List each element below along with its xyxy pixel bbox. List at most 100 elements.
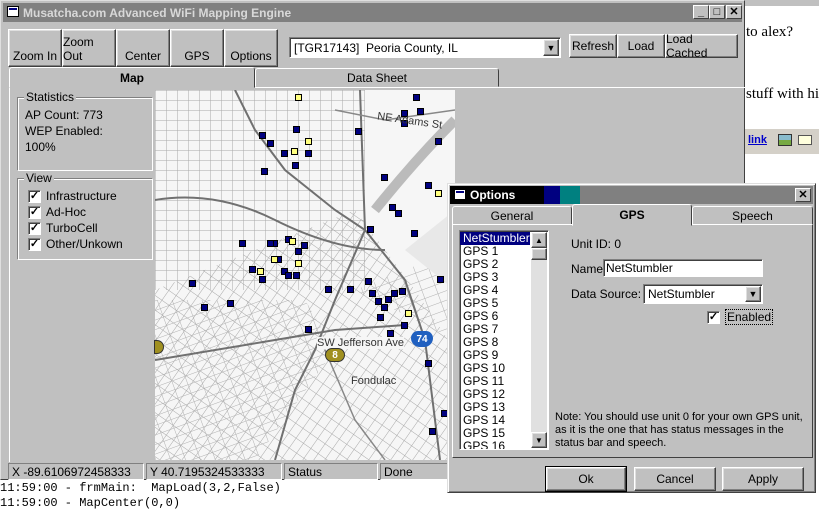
view-item-infrastructure[interactable]: ✓ Infrastructure [22, 188, 150, 204]
ap-marker[interactable] [292, 162, 299, 169]
apply-label: Apply [747, 472, 779, 486]
ap-marker[interactable] [395, 210, 402, 217]
ap-marker[interactable] [435, 138, 442, 145]
tab-map[interactable]: Map [9, 67, 255, 88]
ap-marker[interactable] [425, 182, 432, 189]
ap-marker[interactable] [385, 296, 392, 303]
checkbox-checked-icon[interactable]: ✓ [28, 238, 41, 252]
view-item-turbocell[interactable]: ✓ TurboCell [22, 220, 150, 236]
options-title-bar[interactable]: Options ✕ [450, 186, 813, 204]
view-item-other[interactable]: ✓ Other/Unkown [22, 236, 150, 252]
tab-data-sheet[interactable]: Data Sheet [255, 68, 499, 87]
chevron-down-icon[interactable]: ▼ [543, 39, 559, 56]
chevron-down-icon[interactable]: ▼ [745, 286, 761, 302]
ap-marker[interactable] [271, 256, 278, 263]
ap-marker[interactable] [289, 238, 296, 245]
scroll-thumb[interactable] [531, 248, 547, 260]
ap-marker[interactable] [305, 150, 312, 157]
zoom-out-button[interactable]: Zoom Out [62, 29, 116, 67]
tab-general[interactable]: General [452, 206, 572, 225]
scroll-down-icon[interactable]: ▼ [531, 432, 547, 448]
main-title-bar[interactable]: Musatcha.com Advanced WiFi Mapping Engin… [3, 3, 742, 22]
ap-marker[interactable] [293, 126, 300, 133]
ap-marker[interactable] [257, 268, 264, 275]
checkbox-checked-icon[interactable]: ✓ [707, 310, 720, 324]
name-label: Name: [571, 262, 607, 276]
map-view[interactable]: NE Adams St SW Jefferson Ave Fondulac 74… [155, 90, 455, 460]
ap-marker[interactable] [261, 168, 268, 175]
ap-marker[interactable] [417, 108, 424, 115]
ap-marker[interactable] [401, 322, 408, 329]
ap-marker[interactable] [293, 272, 300, 279]
ap-marker[interactable] [267, 140, 274, 147]
load-button[interactable]: Load [617, 34, 665, 58]
ap-marker[interactable] [189, 280, 196, 287]
ap-marker[interactable] [367, 226, 374, 233]
scroll-up-icon[interactable]: ▲ [531, 232, 547, 248]
ap-marker[interactable] [365, 278, 372, 285]
ap-marker[interactable] [201, 304, 208, 311]
link-button[interactable]: link [748, 134, 767, 146]
gps-button[interactable]: GPS [170, 29, 224, 67]
tab-speech[interactable]: Speech [692, 206, 813, 225]
ap-marker[interactable] [295, 94, 302, 101]
gps-unit-list[interactable]: NetStumbler GPS 1 GPS 2 GPS 3 GPS 4 GPS … [459, 230, 549, 450]
ap-marker[interactable] [377, 314, 384, 321]
ap-marker[interactable] [369, 290, 376, 297]
ap-marker[interactable] [295, 260, 302, 267]
ap-marker[interactable] [259, 276, 266, 283]
cancel-button[interactable]: Cancel [634, 467, 716, 491]
ap-marker[interactable] [435, 190, 442, 197]
close-icon[interactable]: ✕ [795, 188, 811, 202]
ap-marker[interactable] [305, 138, 312, 145]
view-item-adhoc[interactable]: ✓ Ad-Hoc [22, 204, 150, 220]
ap-marker[interactable] [259, 132, 266, 139]
highway-74-label: 74 [416, 333, 428, 345]
ap-marker[interactable] [437, 276, 444, 283]
apply-button[interactable]: Apply [722, 467, 804, 491]
ap-marker[interactable] [305, 326, 312, 333]
ap-marker[interactable] [347, 286, 354, 293]
options-button[interactable]: Options [224, 29, 278, 67]
ap-marker[interactable] [325, 286, 332, 293]
ap-marker[interactable] [399, 288, 406, 295]
ap-marker[interactable] [249, 266, 256, 273]
zoom-in-button[interactable]: Zoom In [8, 29, 62, 67]
close-button[interactable]: ✕ [726, 5, 742, 19]
enabled-checkbox[interactable]: ✓ Enabled [707, 309, 774, 325]
checkbox-checked-icon[interactable]: ✓ [28, 206, 41, 220]
load-cached-button[interactable]: Load Cached [665, 32, 738, 60]
tab-gps[interactable]: GPS [572, 204, 692, 226]
checkbox-checked-icon[interactable]: ✓ [28, 190, 41, 204]
ok-button[interactable]: Ok [545, 466, 627, 492]
ap-marker[interactable] [355, 128, 362, 135]
ap-marker[interactable] [239, 240, 246, 247]
name-field[interactable]: NetStumbler [603, 259, 763, 277]
ap-marker[interactable] [281, 150, 288, 157]
ap-marker[interactable] [405, 310, 412, 317]
ap-marker[interactable] [227, 300, 234, 307]
mail-icon[interactable] [798, 135, 812, 145]
ap-marker[interactable] [291, 148, 298, 155]
ap-marker[interactable] [411, 230, 418, 237]
ap-marker[interactable] [391, 290, 398, 297]
ap-marker[interactable] [301, 242, 308, 249]
refresh-button[interactable]: Refresh [569, 34, 617, 58]
location-select[interactable]: [TGR17143] Peoria County, IL ▼ [289, 37, 561, 58]
ap-marker[interactable] [267, 240, 274, 247]
ap-marker[interactable] [295, 248, 302, 255]
minimize-button[interactable]: _ [693, 5, 709, 19]
ap-marker[interactable] [381, 304, 388, 311]
ap-marker[interactable] [429, 428, 436, 435]
data-source-select[interactable]: NetStumbler ▼ [643, 284, 763, 304]
image-icon[interactable] [778, 134, 792, 146]
maximize-button[interactable]: □ [709, 5, 725, 19]
ap-marker[interactable] [387, 330, 394, 337]
checkbox-checked-icon[interactable]: ✓ [28, 222, 41, 236]
ap-marker[interactable] [413, 94, 420, 101]
ap-marker[interactable] [285, 272, 292, 279]
ap-marker[interactable] [425, 360, 432, 367]
center-button[interactable]: Center [116, 29, 170, 67]
ap-marker[interactable] [381, 174, 388, 181]
list-scrollbar[interactable]: ▲ ▼ [531, 232, 547, 448]
